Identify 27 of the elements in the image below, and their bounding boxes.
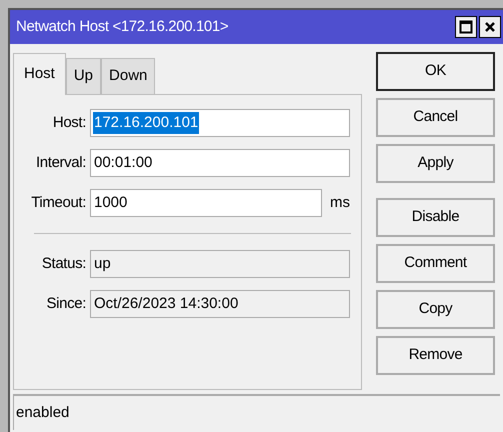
dialog-button[interactable]: Copy	[376, 290, 495, 329]
dialog-button[interactable]: Comment	[376, 244, 495, 283]
input-field[interactable]: 172.16.200.101	[90, 109, 350, 137]
status-text: enabled	[16, 402, 70, 423]
tab[interactable]: Down	[101, 58, 156, 94]
dialog-button[interactable]: Disable	[376, 198, 495, 237]
maximize-icon	[459, 20, 473, 34]
close-icon	[484, 21, 496, 33]
close-button[interactable]	[479, 16, 501, 38]
tab[interactable]: Up	[66, 58, 102, 94]
unit-label: ms	[330, 192, 350, 213]
field-label: Since:	[46, 294, 87, 314]
field-label: Timeout:	[30, 192, 87, 213]
readonly-field: Oct/26/2023 14:30:00	[90, 290, 350, 318]
readonly-field: up	[90, 250, 350, 278]
input-field[interactable]: 00:01:00	[90, 149, 350, 177]
tab[interactable]: Host	[13, 53, 66, 95]
input-field[interactable]: 1000	[90, 189, 322, 217]
window-title: Netwatch Host <172.16.200.101>	[16, 16, 230, 37]
dialog-button[interactable]: OK	[376, 52, 495, 91]
dialog-button[interactable]: Cancel	[376, 98, 495, 137]
field-label: Status:	[40, 254, 87, 274]
maximize-button[interactable]	[455, 16, 477, 38]
dialog-button[interactable]: Apply	[376, 144, 495, 183]
field-label: Host:	[52, 112, 87, 133]
field-label: Interval:	[35, 152, 87, 173]
dialog-button[interactable]: Remove	[376, 336, 495, 375]
